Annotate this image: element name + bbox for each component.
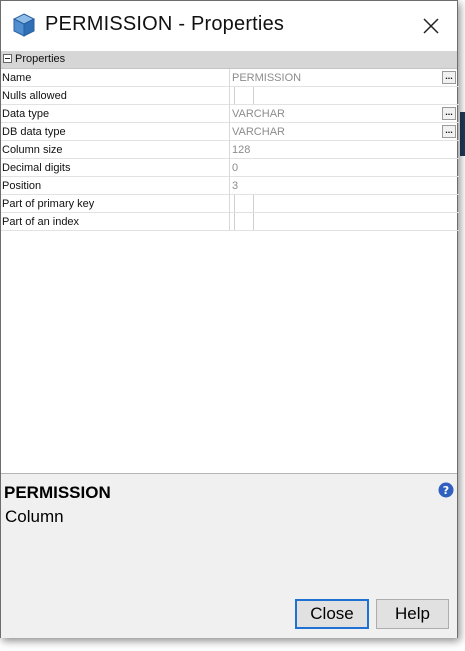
property-name: Data type [2,108,50,120]
column-divider [229,105,230,123]
checkbox[interactable] [234,195,254,212]
property-name: Name [2,72,32,84]
window-title: PERMISSION - Properties [45,13,285,35]
property-row-data-type[interactable]: Data type VARCHAR ... [1,105,459,123]
property-value[interactable]: 0 [232,159,238,177]
property-name: Decimal digits [2,162,71,174]
checkbox[interactable] [234,87,254,104]
description-subtitle: Column [5,507,64,526]
property-row-position[interactable]: Position 3 [1,177,459,195]
ellipsis-button[interactable]: ... [442,107,456,120]
category-label: Properties [15,53,66,65]
close-button[interactable]: Close [295,599,369,629]
property-row-name[interactable]: Name PERMISSION ... [1,69,459,87]
property-row-nulls-allowed[interactable]: Nulls allowed [1,87,459,105]
property-value[interactable]: PERMISSION [232,69,301,87]
property-grid: Properties Name PERMISSION ... Nulls all… [1,51,459,473]
help-button[interactable]: Help [376,599,449,629]
column-divider [229,87,230,105]
property-row-column-size[interactable]: Column size 128 [1,141,459,159]
property-value[interactable]: VARCHAR [232,123,285,141]
background-window [458,0,465,651]
column-divider [229,195,230,213]
property-row-db-data-type[interactable]: DB data type VARCHAR ... [1,123,459,141]
property-value[interactable]: VARCHAR [232,105,285,123]
properties-dialog: PERMISSION - Properties Properties Name … [0,0,459,638]
property-row-part-of-an-index[interactable]: Part of an index [1,213,459,231]
property-name: Part of primary key [2,198,95,210]
property-name: Column size [2,144,63,156]
column-divider [229,141,230,159]
close-icon[interactable] [413,11,447,41]
category-row-properties[interactable]: Properties [1,51,457,69]
property-value[interactable]: 128 [232,141,250,159]
column-divider [229,69,230,87]
ellipsis-button[interactable]: ... [442,125,456,138]
property-name: DB data type [2,126,66,138]
background-window-strip [460,112,465,156]
svg-text:?: ? [443,484,449,497]
title-bar[interactable]: PERMISSION - Properties [1,1,457,51]
column-divider [229,177,230,195]
collapse-icon[interactable] [3,54,12,63]
property-row-decimal-digits[interactable]: Decimal digits 0 [1,159,459,177]
property-name: Position [2,180,42,192]
column-divider [229,159,230,177]
column-divider [229,213,230,231]
property-value[interactable]: 3 [232,177,238,195]
cube-icon [13,13,35,37]
description-title: PERMISSION [4,483,111,502]
column-divider [229,123,230,141]
property-row-part-of-primary-key[interactable]: Part of primary key [1,195,459,213]
checkbox[interactable] [234,213,254,230]
property-name: Part of an index [2,216,80,228]
property-name: Nulls allowed [2,90,67,102]
ellipsis-button[interactable]: ... [442,71,456,84]
description-panel: PERMISSION Column ? Close Help [1,473,457,638]
help-icon[interactable]: ? [438,482,454,498]
